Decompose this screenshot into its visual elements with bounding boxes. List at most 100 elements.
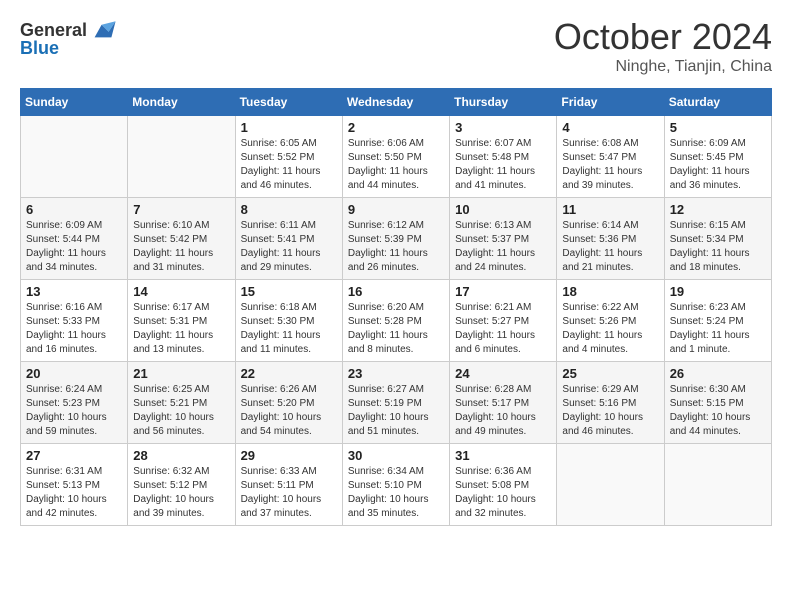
- calendar-cell: 8 Sunrise: 6:11 AM Sunset: 5:41 PM Daylig…: [235, 198, 342, 280]
- day-info: Sunrise: 6:26 AM Sunset: 5:20 PM Dayligh…: [241, 383, 337, 439]
- day-number: 15: [241, 284, 337, 299]
- calendar-week-row: 1Sunrise: 6:05 AM Sunset: 5:52 PM Daylig…: [21, 116, 772, 198]
- calendar-cell: 5 Sunrise: 6:09 AM Sunset: 5:45 PM Daylig…: [664, 116, 771, 198]
- column-header-saturday: Saturday: [664, 89, 771, 116]
- day-info: Sunrise: 6:14 AM Sunset: 5:36 PM Dayligh…: [562, 219, 658, 275]
- day-info: Sunrise: 6:16 AM Sunset: 5:33 PM Dayligh…: [26, 301, 122, 357]
- day-number: 11: [562, 202, 658, 217]
- day-number: 24: [455, 366, 551, 381]
- calendar-cell: 3Sunrise: 6:07 AM Sunset: 5:48 PM Daylig…: [450, 116, 557, 198]
- calendar-cell: [128, 116, 235, 198]
- column-header-friday: Friday: [557, 89, 664, 116]
- header: General Blue October 2024 Ninghe, Tianji…: [20, 16, 772, 76]
- day-info: Sunrise: 6:13 AM Sunset: 5:37 PM Dayligh…: [455, 219, 551, 275]
- day-number: 2: [348, 120, 444, 135]
- calendar-week-row: 6Sunrise: 6:09 AM Sunset: 5:44 PM Daylig…: [21, 198, 772, 280]
- day-info: Sunrise: 6:20 AM Sunset: 5:28 PM Dayligh…: [348, 301, 444, 357]
- day-number: 8: [241, 202, 337, 217]
- calendar-table: SundayMondayTuesdayWednesdayThursdayFrid…: [20, 88, 772, 526]
- calendar-cell: 15 Sunrise: 6:18 AM Sunset: 5:30 PM Dayli…: [235, 280, 342, 362]
- month-title: October 2024: [554, 16, 772, 58]
- logo-bird-icon: [89, 16, 117, 44]
- day-number: 12: [670, 202, 766, 217]
- day-info: Sunrise: 6:10 AM Sunset: 5:42 PM Dayligh…: [133, 219, 229, 275]
- day-number: 13: [26, 284, 122, 299]
- day-number: 4: [562, 120, 658, 135]
- day-info: Sunrise: 6:25 AM Sunset: 5:21 PM Dayligh…: [133, 383, 229, 439]
- calendar-cell: 17 Sunrise: 6:21 AM Sunset: 5:27 PM Dayli…: [450, 280, 557, 362]
- calendar-cell: 23 Sunrise: 6:27 AM Sunset: 5:19 PM Dayli…: [342, 362, 449, 444]
- calendar-cell: 1Sunrise: 6:05 AM Sunset: 5:52 PM Daylig…: [235, 116, 342, 198]
- calendar-week-row: 13 Sunrise: 6:16 AM Sunset: 5:33 PM Dayli…: [21, 280, 772, 362]
- day-info: Sunrise: 6:08 AM Sunset: 5:47 PM Dayligh…: [562, 137, 658, 193]
- calendar-cell: 26Sunrise: 6:30 AM Sunset: 5:15 PM Dayli…: [664, 362, 771, 444]
- calendar-cell: 7 Sunrise: 6:10 AM Sunset: 5:42 PM Daylig…: [128, 198, 235, 280]
- day-number: 9: [348, 202, 444, 217]
- column-header-thursday: Thursday: [450, 89, 557, 116]
- calendar-cell: 18 Sunrise: 6:22 AM Sunset: 5:26 PM Dayli…: [557, 280, 664, 362]
- day-info: Sunrise: 6:28 AM Sunset: 5:17 PM Dayligh…: [455, 383, 551, 439]
- day-number: 18: [562, 284, 658, 299]
- day-info: Sunrise: 6:36 AM Sunset: 5:08 PM Dayligh…: [455, 465, 551, 521]
- day-number: 7: [133, 202, 229, 217]
- day-info: Sunrise: 6:17 AM Sunset: 5:31 PM Dayligh…: [133, 301, 229, 357]
- calendar-cell: 6Sunrise: 6:09 AM Sunset: 5:44 PM Daylig…: [21, 198, 128, 280]
- day-number: 31: [455, 448, 551, 463]
- day-number: 5: [670, 120, 766, 135]
- day-number: 19: [670, 284, 766, 299]
- calendar-cell: 2 Sunrise: 6:06 AM Sunset: 5:50 PM Daylig…: [342, 116, 449, 198]
- column-header-monday: Monday: [128, 89, 235, 116]
- calendar-cell: 28 Sunrise: 6:32 AM Sunset: 5:12 PM Dayli…: [128, 444, 235, 526]
- title-area: October 2024 Ninghe, Tianjin, China: [554, 16, 772, 76]
- day-number: 6: [26, 202, 122, 217]
- day-number: 17: [455, 284, 551, 299]
- calendar-cell: 11 Sunrise: 6:14 AM Sunset: 5:36 PM Dayli…: [557, 198, 664, 280]
- calendar-cell: 20Sunrise: 6:24 AM Sunset: 5:23 PM Dayli…: [21, 362, 128, 444]
- calendar-cell: 31 Sunrise: 6:36 AM Sunset: 5:08 PM Dayli…: [450, 444, 557, 526]
- day-info: Sunrise: 6:06 AM Sunset: 5:50 PM Dayligh…: [348, 137, 444, 193]
- calendar-cell: 22 Sunrise: 6:26 AM Sunset: 5:20 PM Dayli…: [235, 362, 342, 444]
- day-info: Sunrise: 6:32 AM Sunset: 5:12 PM Dayligh…: [133, 465, 229, 521]
- day-info: Sunrise: 6:12 AM Sunset: 5:39 PM Dayligh…: [348, 219, 444, 275]
- calendar-cell: [664, 444, 771, 526]
- calendar-cell: 16 Sunrise: 6:20 AM Sunset: 5:28 PM Dayli…: [342, 280, 449, 362]
- day-number: 21: [133, 366, 229, 381]
- calendar-cell: 4 Sunrise: 6:08 AM Sunset: 5:47 PM Daylig…: [557, 116, 664, 198]
- day-info: Sunrise: 6:09 AM Sunset: 5:45 PM Dayligh…: [670, 137, 766, 193]
- day-number: 23: [348, 366, 444, 381]
- calendar-week-row: 20Sunrise: 6:24 AM Sunset: 5:23 PM Dayli…: [21, 362, 772, 444]
- calendar-cell: 30Sunrise: 6:34 AM Sunset: 5:10 PM Dayli…: [342, 444, 449, 526]
- column-header-tuesday: Tuesday: [235, 89, 342, 116]
- day-number: 28: [133, 448, 229, 463]
- day-info: Sunrise: 6:24 AM Sunset: 5:23 PM Dayligh…: [26, 383, 122, 439]
- day-number: 29: [241, 448, 337, 463]
- calendar-cell: 10 Sunrise: 6:13 AM Sunset: 5:37 PM Dayli…: [450, 198, 557, 280]
- calendar-cell: 14 Sunrise: 6:17 AM Sunset: 5:31 PM Dayli…: [128, 280, 235, 362]
- column-header-sunday: Sunday: [21, 89, 128, 116]
- day-number: 14: [133, 284, 229, 299]
- calendar-cell: 19 Sunrise: 6:23 AM Sunset: 5:24 PM Dayli…: [664, 280, 771, 362]
- day-info: Sunrise: 6:07 AM Sunset: 5:48 PM Dayligh…: [455, 137, 551, 193]
- day-info: Sunrise: 6:31 AM Sunset: 5:13 PM Dayligh…: [26, 465, 122, 521]
- day-info: Sunrise: 6:18 AM Sunset: 5:30 PM Dayligh…: [241, 301, 337, 357]
- day-number: 22: [241, 366, 337, 381]
- day-number: 26: [670, 366, 766, 381]
- day-number: 27: [26, 448, 122, 463]
- calendar-cell: 12 Sunrise: 6:15 AM Sunset: 5:34 PM Dayli…: [664, 198, 771, 280]
- calendar-cell: 24 Sunrise: 6:28 AM Sunset: 5:17 PM Dayli…: [450, 362, 557, 444]
- day-info: Sunrise: 6:27 AM Sunset: 5:19 PM Dayligh…: [348, 383, 444, 439]
- calendar-cell: [21, 116, 128, 198]
- day-number: 1: [241, 120, 337, 135]
- day-info: Sunrise: 6:33 AM Sunset: 5:11 PM Dayligh…: [241, 465, 337, 521]
- day-info: Sunrise: 6:11 AM Sunset: 5:41 PM Dayligh…: [241, 219, 337, 275]
- day-number: 16: [348, 284, 444, 299]
- day-info: Sunrise: 6:15 AM Sunset: 5:34 PM Dayligh…: [670, 219, 766, 275]
- day-number: 25: [562, 366, 658, 381]
- day-info: Sunrise: 6:23 AM Sunset: 5:24 PM Dayligh…: [670, 301, 766, 357]
- day-info: Sunrise: 6:22 AM Sunset: 5:26 PM Dayligh…: [562, 301, 658, 357]
- logo-blue-text: Blue: [20, 38, 59, 59]
- day-number: 10: [455, 202, 551, 217]
- day-info: Sunrise: 6:21 AM Sunset: 5:27 PM Dayligh…: [455, 301, 551, 357]
- calendar-cell: 29 Sunrise: 6:33 AM Sunset: 5:11 PM Dayli…: [235, 444, 342, 526]
- calendar-header-row: SundayMondayTuesdayWednesdayThursdayFrid…: [21, 89, 772, 116]
